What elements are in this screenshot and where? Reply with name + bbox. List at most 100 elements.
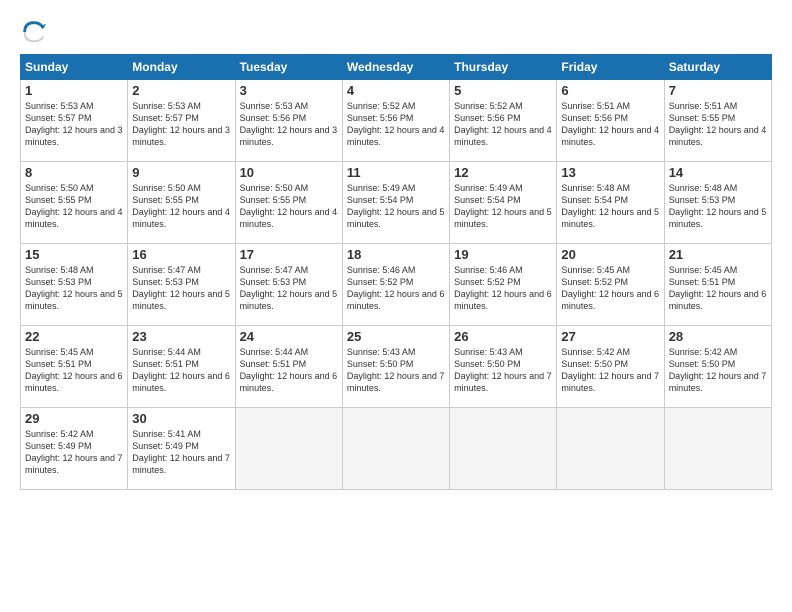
calendar-cell: 19 Sunrise: 5:46 AM Sunset: 5:52 PM Dayl… <box>450 244 557 326</box>
day-number: 8 <box>25 165 123 180</box>
cell-info: Sunrise: 5:44 AM Sunset: 5:51 PM Dayligh… <box>132 346 230 395</box>
calendar-cell: 16 Sunrise: 5:47 AM Sunset: 5:53 PM Dayl… <box>128 244 235 326</box>
cell-info: Sunrise: 5:52 AM Sunset: 5:56 PM Dayligh… <box>454 100 552 149</box>
cell-info: Sunrise: 5:48 AM Sunset: 5:53 PM Dayligh… <box>25 264 123 313</box>
cell-info: Sunrise: 5:53 AM Sunset: 5:56 PM Dayligh… <box>240 100 338 149</box>
day-number: 22 <box>25 329 123 344</box>
day-number: 28 <box>669 329 767 344</box>
calendar-cell: 18 Sunrise: 5:46 AM Sunset: 5:52 PM Dayl… <box>342 244 449 326</box>
cell-info: Sunrise: 5:51 AM Sunset: 5:55 PM Dayligh… <box>669 100 767 149</box>
calendar-cell: 3 Sunrise: 5:53 AM Sunset: 5:56 PM Dayli… <box>235 80 342 162</box>
day-number: 29 <box>25 411 123 426</box>
calendar-cell: 28 Sunrise: 5:42 AM Sunset: 5:50 PM Dayl… <box>664 326 771 408</box>
cell-info: Sunrise: 5:43 AM Sunset: 5:50 PM Dayligh… <box>347 346 445 395</box>
cell-info: Sunrise: 5:48 AM Sunset: 5:53 PM Dayligh… <box>669 182 767 231</box>
calendar-cell: 20 Sunrise: 5:45 AM Sunset: 5:52 PM Dayl… <box>557 244 664 326</box>
calendar-cell: 30 Sunrise: 5:41 AM Sunset: 5:49 PM Dayl… <box>128 408 235 490</box>
day-number: 15 <box>25 247 123 262</box>
day-number: 18 <box>347 247 445 262</box>
calendar-cell <box>342 408 449 490</box>
calendar-cell: 9 Sunrise: 5:50 AM Sunset: 5:55 PM Dayli… <box>128 162 235 244</box>
calendar-cell: 27 Sunrise: 5:42 AM Sunset: 5:50 PM Dayl… <box>557 326 664 408</box>
day-number: 16 <box>132 247 230 262</box>
calendar-cell: 11 Sunrise: 5:49 AM Sunset: 5:54 PM Dayl… <box>342 162 449 244</box>
logo <box>20 18 50 46</box>
day-number: 7 <box>669 83 767 98</box>
day-header-monday: Monday <box>128 55 235 80</box>
cell-info: Sunrise: 5:52 AM Sunset: 5:56 PM Dayligh… <box>347 100 445 149</box>
calendar-cell: 5 Sunrise: 5:52 AM Sunset: 5:56 PM Dayli… <box>450 80 557 162</box>
day-number: 2 <box>132 83 230 98</box>
calendar-cell <box>450 408 557 490</box>
day-number: 26 <box>454 329 552 344</box>
day-number: 17 <box>240 247 338 262</box>
cell-info: Sunrise: 5:46 AM Sunset: 5:52 PM Dayligh… <box>347 264 445 313</box>
day-number: 12 <box>454 165 552 180</box>
cell-info: Sunrise: 5:51 AM Sunset: 5:56 PM Dayligh… <box>561 100 659 149</box>
day-header-tuesday: Tuesday <box>235 55 342 80</box>
day-number: 23 <box>132 329 230 344</box>
day-number: 14 <box>669 165 767 180</box>
cell-info: Sunrise: 5:42 AM Sunset: 5:50 PM Dayligh… <box>561 346 659 395</box>
cell-info: Sunrise: 5:45 AM Sunset: 5:52 PM Dayligh… <box>561 264 659 313</box>
day-number: 5 <box>454 83 552 98</box>
calendar-cell: 15 Sunrise: 5:48 AM Sunset: 5:53 PM Dayl… <box>21 244 128 326</box>
cell-info: Sunrise: 5:53 AM Sunset: 5:57 PM Dayligh… <box>132 100 230 149</box>
cell-info: Sunrise: 5:43 AM Sunset: 5:50 PM Dayligh… <box>454 346 552 395</box>
calendar-cell: 24 Sunrise: 5:44 AM Sunset: 5:51 PM Dayl… <box>235 326 342 408</box>
cell-info: Sunrise: 5:48 AM Sunset: 5:54 PM Dayligh… <box>561 182 659 231</box>
day-number: 19 <box>454 247 552 262</box>
calendar-cell: 12 Sunrise: 5:49 AM Sunset: 5:54 PM Dayl… <box>450 162 557 244</box>
calendar-cell: 2 Sunrise: 5:53 AM Sunset: 5:57 PM Dayli… <box>128 80 235 162</box>
day-number: 4 <box>347 83 445 98</box>
calendar-cell <box>557 408 664 490</box>
day-number: 10 <box>240 165 338 180</box>
day-header-saturday: Saturday <box>664 55 771 80</box>
cell-info: Sunrise: 5:41 AM Sunset: 5:49 PM Dayligh… <box>132 428 230 477</box>
calendar-cell: 14 Sunrise: 5:48 AM Sunset: 5:53 PM Dayl… <box>664 162 771 244</box>
day-number: 20 <box>561 247 659 262</box>
day-header-friday: Friday <box>557 55 664 80</box>
calendar-cell: 23 Sunrise: 5:44 AM Sunset: 5:51 PM Dayl… <box>128 326 235 408</box>
day-number: 9 <box>132 165 230 180</box>
calendar-cell: 4 Sunrise: 5:52 AM Sunset: 5:56 PM Dayli… <box>342 80 449 162</box>
day-number: 11 <box>347 165 445 180</box>
calendar-cell: 29 Sunrise: 5:42 AM Sunset: 5:49 PM Dayl… <box>21 408 128 490</box>
day-header-sunday: Sunday <box>21 55 128 80</box>
cell-info: Sunrise: 5:49 AM Sunset: 5:54 PM Dayligh… <box>454 182 552 231</box>
day-number: 24 <box>240 329 338 344</box>
cell-info: Sunrise: 5:44 AM Sunset: 5:51 PM Dayligh… <box>240 346 338 395</box>
day-header-thursday: Thursday <box>450 55 557 80</box>
calendar-cell: 10 Sunrise: 5:50 AM Sunset: 5:55 PM Dayl… <box>235 162 342 244</box>
cell-info: Sunrise: 5:50 AM Sunset: 5:55 PM Dayligh… <box>240 182 338 231</box>
calendar-cell: 17 Sunrise: 5:47 AM Sunset: 5:53 PM Dayl… <box>235 244 342 326</box>
cell-info: Sunrise: 5:50 AM Sunset: 5:55 PM Dayligh… <box>132 182 230 231</box>
day-number: 27 <box>561 329 659 344</box>
day-number: 13 <box>561 165 659 180</box>
cell-info: Sunrise: 5:46 AM Sunset: 5:52 PM Dayligh… <box>454 264 552 313</box>
day-number: 1 <box>25 83 123 98</box>
calendar-cell: 8 Sunrise: 5:50 AM Sunset: 5:55 PM Dayli… <box>21 162 128 244</box>
calendar-cell: 21 Sunrise: 5:45 AM Sunset: 5:51 PM Dayl… <box>664 244 771 326</box>
calendar-cell: 1 Sunrise: 5:53 AM Sunset: 5:57 PM Dayli… <box>21 80 128 162</box>
cell-info: Sunrise: 5:49 AM Sunset: 5:54 PM Dayligh… <box>347 182 445 231</box>
day-number: 6 <box>561 83 659 98</box>
cell-info: Sunrise: 5:47 AM Sunset: 5:53 PM Dayligh… <box>240 264 338 313</box>
cell-info: Sunrise: 5:45 AM Sunset: 5:51 PM Dayligh… <box>669 264 767 313</box>
cell-info: Sunrise: 5:42 AM Sunset: 5:49 PM Dayligh… <box>25 428 123 477</box>
calendar-cell: 25 Sunrise: 5:43 AM Sunset: 5:50 PM Dayl… <box>342 326 449 408</box>
day-number: 3 <box>240 83 338 98</box>
calendar-cell <box>235 408 342 490</box>
calendar-cell: 6 Sunrise: 5:51 AM Sunset: 5:56 PM Dayli… <box>557 80 664 162</box>
cell-info: Sunrise: 5:45 AM Sunset: 5:51 PM Dayligh… <box>25 346 123 395</box>
calendar-cell: 13 Sunrise: 5:48 AM Sunset: 5:54 PM Dayl… <box>557 162 664 244</box>
cell-info: Sunrise: 5:50 AM Sunset: 5:55 PM Dayligh… <box>25 182 123 231</box>
day-number: 21 <box>669 247 767 262</box>
cell-info: Sunrise: 5:53 AM Sunset: 5:57 PM Dayligh… <box>25 100 123 149</box>
cell-info: Sunrise: 5:42 AM Sunset: 5:50 PM Dayligh… <box>669 346 767 395</box>
calendar-cell: 7 Sunrise: 5:51 AM Sunset: 5:55 PM Dayli… <box>664 80 771 162</box>
day-number: 25 <box>347 329 445 344</box>
calendar-cell <box>664 408 771 490</box>
calendar-cell: 22 Sunrise: 5:45 AM Sunset: 5:51 PM Dayl… <box>21 326 128 408</box>
cell-info: Sunrise: 5:47 AM Sunset: 5:53 PM Dayligh… <box>132 264 230 313</box>
